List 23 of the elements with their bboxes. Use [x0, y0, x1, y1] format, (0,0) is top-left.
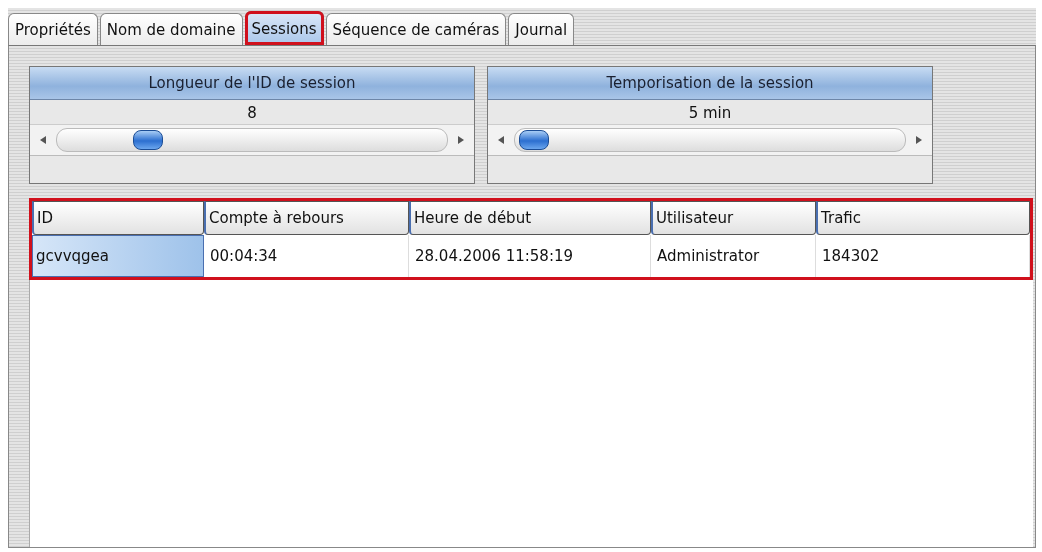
- slider-title: Temporisation de la session: [488, 67, 932, 100]
- right-arrow-icon[interactable]: [914, 135, 924, 145]
- slider-track[interactable]: [56, 128, 448, 152]
- column-header[interactable]: Heure de début: [409, 201, 651, 235]
- column-header[interactable]: ID: [32, 201, 204, 235]
- column-header[interactable]: Compte à rebours: [204, 201, 409, 235]
- tab[interactable]: Nom de domaine: [99, 13, 243, 45]
- right-arrow-icon[interactable]: [456, 135, 466, 145]
- slider-thumb[interactable]: [132, 130, 163, 150]
- slider-reading: 5 min: [687, 104, 733, 122]
- slider-thumb[interactable]: [519, 130, 549, 150]
- left-arrow-icon[interactable]: [496, 135, 506, 145]
- slider-reading: 8: [246, 104, 258, 122]
- tab[interactable]: Propriétés: [8, 13, 98, 45]
- tab[interactable]: Séquence de caméras: [325, 13, 507, 45]
- slider-track[interactable]: [514, 128, 906, 152]
- column-header[interactable]: Utilisateur: [651, 201, 816, 235]
- tab[interactable]: Journal: [508, 13, 575, 45]
- table-cell: gcvvqgea: [32, 235, 204, 277]
- slider-title: Longueur de l'ID de session: [30, 67, 474, 100]
- tab[interactable]: Sessions: [244, 11, 324, 45]
- column-header[interactable]: Trafic: [816, 201, 1030, 235]
- left-arrow-icon[interactable]: [38, 135, 48, 145]
